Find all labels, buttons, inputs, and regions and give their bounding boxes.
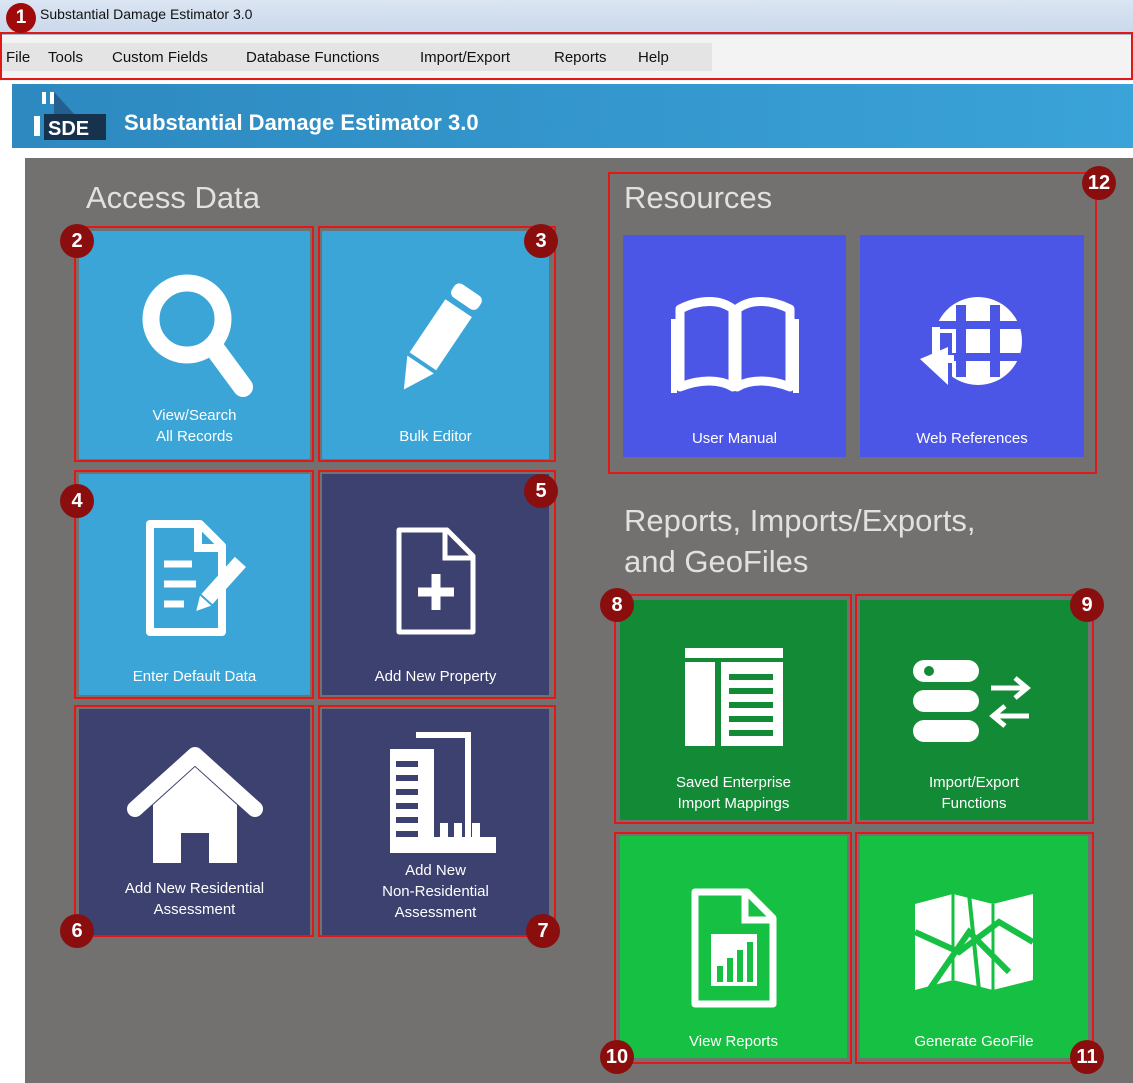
tile-bulk-editor[interactable]: Bulk Editor [322, 231, 549, 459]
tile-label-line2: Functions [941, 795, 1007, 812]
globe-icon [916, 297, 1022, 395]
badge-9: 9 [1070, 588, 1104, 622]
badge-12: 12 [1082, 166, 1116, 200]
tile-import-export-functions[interactable]: Import/Export Functions [860, 600, 1088, 820]
book-icon [670, 297, 799, 393]
badge-4: 4 [60, 484, 94, 518]
tile-label-line1: View/Search [152, 407, 237, 424]
menu-custom-fields[interactable]: Custom Fields [112, 49, 208, 66]
tile-add-new-property[interactable]: Add New Property [322, 474, 549, 695]
house-icon [126, 747, 263, 863]
menu-strip: File Tools Custom Fields Database Functi… [0, 43, 712, 71]
tile-web-references[interactable]: Web References [860, 235, 1084, 457]
tile-generate-geofile[interactable]: Generate GeoFile [860, 836, 1088, 1058]
buildings-icon [389, 732, 496, 853]
tile-label: Bulk Editor [399, 428, 472, 445]
title-bar: Substantial Damage Estimator 3.0 [0, 0, 1133, 35]
badge-6: 6 [60, 914, 94, 948]
tile-add-new-non-residential-assessment[interactable]: Add New Non-Residential Assessment [322, 709, 549, 935]
pencil-icon [403, 283, 482, 390]
tile-label: View Reports [689, 1033, 778, 1050]
tile-label: Generate GeoFile [914, 1033, 1034, 1050]
menu-bar: File Tools Custom Fields Database Functi… [0, 35, 1133, 81]
add-file-icon [396, 527, 475, 635]
menu-database-functions[interactable]: Database Functions [246, 49, 379, 66]
badge-3: 3 [524, 224, 558, 258]
tile-label-line2: Import Mappings [677, 795, 790, 812]
tile-user-manual[interactable]: User Manual [623, 235, 846, 457]
badge-7: 7 [526, 914, 560, 948]
tile-label: Enter Default Data [132, 668, 257, 685]
badge-10: 10 [600, 1040, 634, 1074]
search-icon [142, 274, 253, 397]
tile-label-line1: Add New [405, 862, 466, 879]
tile-label-line3: Assessment [394, 904, 477, 921]
tile-label-line2: Non-Residential [382, 883, 489, 900]
section-title-access-data: Access Data [86, 180, 261, 215]
badge-11: 11 [1070, 1040, 1104, 1074]
badge-8: 8 [600, 588, 634, 622]
menu-import-export[interactable]: Import/Export [420, 49, 510, 66]
tile-label: Add New Property [374, 668, 497, 685]
tile-view-search-all-records[interactable]: View/Search All Records [79, 231, 310, 459]
badge-5: 5 [524, 474, 558, 508]
window-title: Substantial Damage Estimator 3.0 [40, 6, 253, 22]
tile-enter-default-data[interactable]: Enter Default Data [79, 474, 310, 695]
tile-label-line2: Assessment [153, 901, 236, 918]
sde-logo-text: SDE [48, 118, 89, 140]
tile-saved-enterprise-import-mappings[interactable]: Saved Enterprise Import Mappings [620, 600, 847, 820]
document-edit-icon [145, 520, 246, 636]
tile-label-line1: Add New Residential [124, 880, 265, 897]
tile-label-line1: Saved Enterprise [675, 774, 792, 791]
tile-add-new-residential-assessment[interactable]: Add New Residential Assessment [79, 709, 310, 935]
tile-label: Web References [916, 430, 1028, 447]
app-title: Substantial Damage Estimator 3.0 [124, 110, 479, 135]
menu-reports[interactable]: Reports [554, 49, 607, 66]
tile-view-reports[interactable]: View Reports [620, 836, 847, 1058]
menu-file[interactable]: File [6, 49, 30, 66]
database-transfer-icon [913, 660, 1031, 742]
tile-label: User Manual [691, 430, 778, 447]
menu-help[interactable]: Help [638, 49, 669, 66]
map-icon [913, 893, 1035, 992]
badge-1: 1 [6, 3, 36, 33]
table-icon [684, 648, 783, 746]
section-title-resources: Resources [624, 180, 773, 215]
app-banner: SDE Substantial Damage Estimator 3.0 [12, 84, 1133, 148]
section-title-reports-line2: and GeoFiles [624, 544, 809, 579]
section-title-reports-line1: Reports, Imports/Exports, [624, 503, 976, 538]
tile-label-line1: Import/Export [928, 774, 1020, 791]
report-icon [691, 888, 776, 1008]
badge-2: 2 [60, 224, 94, 258]
menu-tools[interactable]: Tools [48, 49, 83, 66]
tile-label-line2: All Records [156, 428, 233, 445]
sde-logo-icon: SDE [34, 92, 106, 140]
